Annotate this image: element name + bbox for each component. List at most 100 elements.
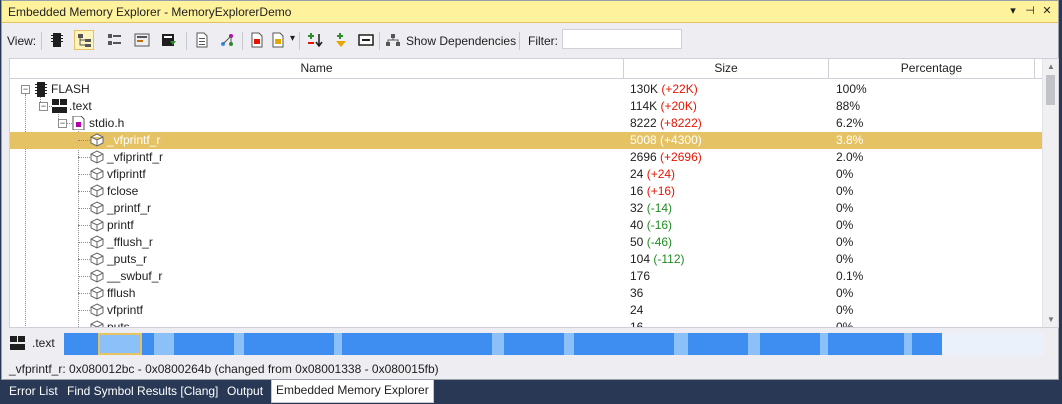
scrollbar-thumb[interactable] [1046, 75, 1055, 105]
row-size: 24 [630, 302, 643, 319]
close-icon[interactable]: ✕ [1040, 4, 1054, 18]
tree-row[interactable]: _vfprintf_r 5008 (+4300) 3.8% [10, 132, 1042, 149]
collapse-toggle-icon[interactable]: − [39, 102, 48, 111]
tree-row[interactable]: _printf_r 32 (-14) 0% [10, 200, 1042, 217]
window-icon[interactable] [356, 30, 376, 50]
cube-icon [90, 303, 104, 318]
window-title: Embedded Memory Explorer - MemoryExplore… [8, 5, 292, 19]
scroll-down-icon[interactable]: ▼ [1046, 315, 1056, 324]
memory-map-segment[interactable] [748, 333, 760, 355]
memory-map-segment[interactable] [174, 333, 234, 355]
tree-row[interactable]: fclose 16 (+16) 0% [10, 183, 1042, 200]
dropdown-icon[interactable]: ▾ [1006, 4, 1020, 18]
row-size-value: 16 [630, 320, 644, 328]
document-icon[interactable] [192, 30, 212, 50]
vertical-scrollbar[interactable]: ▲ ▼ [1042, 59, 1058, 327]
tree-row[interactable]: vfprintf 24 0% [10, 302, 1042, 319]
row-name: vfiprintf [107, 167, 146, 181]
tree-row[interactable]: − FLASH 130K (+22K) 100% [10, 81, 1042, 98]
memory-map-segment[interactable] [942, 333, 1044, 355]
memory-map-segment[interactable] [574, 333, 674, 355]
row-size-value: 50 [630, 235, 644, 249]
memory-map-segment[interactable] [760, 333, 820, 355]
tree-row[interactable]: − stdio.h 8222 (+8222) 6.2% [10, 115, 1042, 132]
memory-map-segment[interactable] [820, 333, 828, 355]
row-size-delta: (+2696) [660, 150, 702, 164]
tree-row[interactable]: _vfiprintf_r 2696 (+2696) 2.0% [10, 149, 1042, 166]
row-size-value: 104 [630, 252, 651, 266]
chip-view-icon[interactable] [47, 30, 67, 50]
tree-view-icon[interactable] [74, 30, 94, 50]
pin-icon[interactable]: ⊣ [1023, 4, 1037, 18]
cube-icon [90, 218, 104, 233]
memory-map-segment[interactable] [244, 333, 334, 355]
memory-map-strip[interactable] [64, 333, 1044, 355]
sort-diff-icon[interactable] [305, 30, 325, 50]
column-header-name[interactable]: Name [10, 59, 624, 79]
row-name: fclose [107, 184, 139, 198]
scroll-up-icon[interactable]: ▲ [1046, 62, 1056, 71]
cube-icon [90, 286, 104, 301]
tree-row[interactable]: vfiprintf 24 (+24) 0% [10, 166, 1042, 183]
cube-icon [90, 235, 104, 250]
row-size-delta: (+4300) [660, 133, 702, 147]
collapse-toggle-icon[interactable]: − [58, 119, 67, 128]
tree-row[interactable]: fflush 36 0% [10, 285, 1042, 302]
tree-row[interactable]: puts 16 0% [10, 319, 1042, 328]
list-view-icon[interactable] [105, 30, 125, 50]
memory-map-segment[interactable] [912, 333, 942, 355]
memory-map-segment[interactable] [334, 333, 342, 355]
tree-guide-line [78, 259, 90, 260]
tree-row[interactable]: _fflush_r 50 (-46) 0% [10, 234, 1042, 251]
title-bar[interactable]: Embedded Memory Explorer - MemoryExplore… [2, 1, 1058, 23]
header-file-icon [72, 115, 86, 131]
tree-row[interactable]: _puts_r 104 (-112) 0% [10, 251, 1042, 268]
row-size: 24 (+24) [630, 166, 675, 183]
memory-map-segment[interactable] [64, 333, 98, 355]
column-header-size[interactable]: Size [624, 59, 829, 79]
collapse-toggle-icon[interactable]: − [21, 85, 30, 94]
row-size-value: 176 [630, 269, 651, 283]
memory-map-segment[interactable] [234, 333, 244, 355]
dropdown-arrow-icon[interactable]: ▾ [290, 33, 295, 44]
tab-output[interactable]: Output [223, 381, 267, 402]
memory-map-segment[interactable] [142, 333, 154, 355]
memory-map-segment[interactable] [154, 333, 174, 355]
graph-icon[interactable] [217, 30, 237, 50]
row-size-value: 8222 [630, 116, 657, 130]
memory-map-segment[interactable] [492, 333, 504, 355]
memory-map-segment[interactable] [828, 333, 904, 355]
export-icon[interactable] [247, 30, 267, 50]
row-size: 40 (-16) [630, 217, 672, 234]
memory-map-segment[interactable] [504, 333, 564, 355]
memory-map-segment[interactable] [674, 333, 688, 355]
highlight-icon[interactable] [331, 30, 351, 50]
memory-map-segment[interactable] [688, 333, 748, 355]
filter-input[interactable] [562, 29, 682, 49]
tree-row[interactable]: − .text 114K (+20K) 88% [10, 98, 1042, 115]
row-size-value: 130K [630, 82, 659, 96]
memory-map-segment[interactable] [564, 333, 574, 355]
memory-map-bar: .text [2, 330, 1060, 356]
row-size-value: 5008 [630, 133, 657, 147]
tab-find-symbol-results[interactable]: Find Symbol Results [Clang] [63, 381, 222, 402]
tab-error-list[interactable]: Error List [5, 381, 62, 402]
memory-map-selection[interactable] [98, 333, 142, 355]
tree-guide-line [78, 174, 90, 175]
column-header-percentage[interactable]: Percentage [829, 59, 1035, 79]
show-dependencies-button[interactable]: Show Dependencies [406, 34, 516, 48]
row-percentage: 100% [836, 82, 867, 96]
tree-row[interactable]: __swbuf_r 176 0.1% [10, 268, 1042, 285]
row-size: 36 [630, 285, 643, 302]
sections-icon[interactable] [132, 30, 152, 50]
row-percentage: 0% [836, 184, 854, 198]
symbols-icon[interactable] [159, 30, 179, 50]
row-size-delta: (-46) [646, 235, 673, 249]
tree-row[interactable]: printf 40 (-16) 0% [10, 217, 1042, 234]
dependencies-icon[interactable] [383, 30, 403, 50]
row-percentage: 0.1% [836, 269, 864, 283]
compare-icon[interactable] [268, 30, 288, 50]
memory-map-segment[interactable] [342, 333, 492, 355]
memory-map-segment[interactable] [904, 333, 912, 355]
tab-embedded-memory-explorer[interactable]: Embedded Memory Explorer [271, 380, 434, 403]
